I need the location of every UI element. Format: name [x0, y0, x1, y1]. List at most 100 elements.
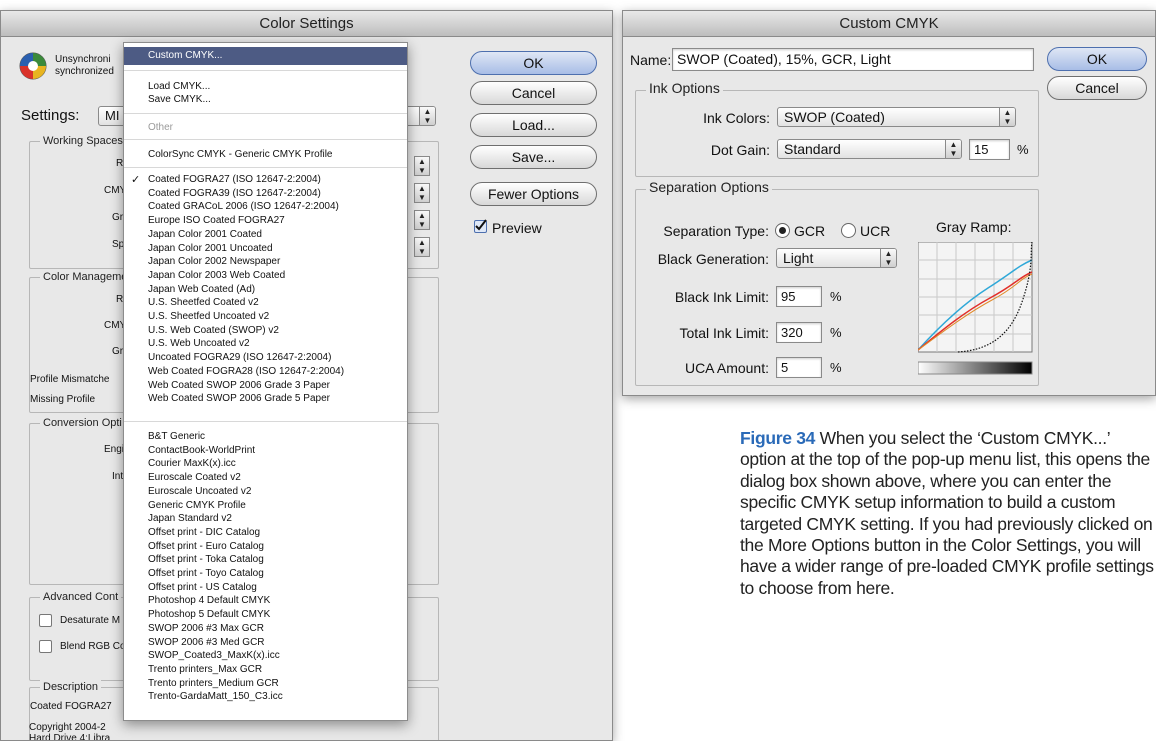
menu-item-profile[interactable]: U.S. Web Uncoated v2 [148, 338, 250, 350]
gcr-label: GCR [794, 223, 826, 239]
menu-item-profile[interactable]: U.S. Sheetfed Coated v2 [148, 297, 259, 309]
ws-rgb-arrows-icon[interactable]: ▲ ▼ [414, 156, 430, 176]
menu-separator [124, 70, 407, 71]
menu-item-profile[interactable]: Coated FOGRA27 (ISO 12647-2:2004) [148, 174, 321, 186]
name-field[interactable]: SWOP (Coated), 15%, GCR, Light [672, 48, 1034, 71]
menu-item-profile[interactable]: Euroscale Coated v2 [148, 472, 241, 484]
menu-item-profile[interactable]: Web Coated SWOP 2006 Grade 5 Paper [148, 393, 330, 405]
preview-checkbox[interactable] [474, 219, 487, 233]
menu-item-profile[interactable]: U.S. Sheetfed Uncoated v2 [148, 311, 269, 323]
profile-mismatch-label: Profile Mismatche [30, 374, 110, 385]
checkmark-icon [475, 219, 487, 231]
menu-item-profile[interactable]: ContactBook-WorldPrint [148, 445, 255, 457]
menu-item-profile[interactable]: Offset print - DIC Catalog [148, 527, 260, 539]
menu-item-profile[interactable]: Offset print - US Catalog [148, 582, 257, 594]
menu-item-profile[interactable]: Uncoated FOGRA29 (ISO 12647-2:2004) [148, 352, 331, 364]
total-ink-limit-field[interactable]: 320 [776, 322, 822, 343]
ws-spot-arrows-icon[interactable]: ▲ ▼ [414, 237, 430, 257]
menu-item-colorsync[interactable]: ColorSync CMYK - Generic CMYK Profile [148, 149, 333, 161]
menu-item-profile[interactable]: Courier MaxK(x).icc [148, 458, 236, 470]
menu-item-profile[interactable]: Japan Color 2002 Newspaper [148, 256, 280, 268]
menu-item-profile[interactable]: Japan Color 2003 Web Coated [148, 270, 285, 282]
updown-arrows-icon: ▲ ▼ [945, 140, 961, 158]
menu-item-profile[interactable]: Generic CMYK Profile [148, 500, 246, 512]
menu-item-load-cmyk[interactable]: Load CMYK... [148, 81, 210, 93]
menu-item-profile[interactable]: Trento-GardaMatt_150_C3.icc [148, 691, 283, 703]
uca-amount-field[interactable]: 5 [776, 357, 822, 378]
settings-label: Settings: [21, 107, 80, 124]
dot-gain-label: Dot Gain: [710, 142, 770, 158]
menu-item-profile[interactable]: SWOP 2006 #3 Max GCR [148, 623, 264, 635]
blend-rgb-checkbox[interactable] [39, 640, 52, 653]
cancel-button[interactable]: Cancel [470, 81, 597, 105]
figure-number: Figure 34 [740, 428, 816, 448]
cmyk-cancel-button[interactable]: Cancel [1047, 76, 1147, 100]
dot-gain-percent: % [1017, 142, 1029, 157]
cmyk-ok-button[interactable]: OK [1047, 47, 1147, 71]
menu-item-profile[interactable]: B&T Generic [148, 431, 205, 443]
uca-percent: % [830, 360, 842, 375]
ink-options-legend: Ink Options [646, 81, 723, 95]
menu-item-profile[interactable]: Euroscale Uncoated v2 [148, 486, 251, 498]
menu-item-profile[interactable]: Europe ISO Coated FOGRA27 [148, 215, 285, 227]
description-line: Hard Drive 4:Libra [29, 733, 111, 741]
gray-ramp-graph [918, 242, 1033, 375]
color-wheel-icon [19, 52, 47, 80]
preview-label: Preview [492, 220, 542, 236]
menu-item-profile[interactable]: Trento printers_Max GCR [148, 664, 262, 676]
ucr-radio[interactable] [841, 223, 856, 238]
menu-item-profile[interactable]: U.S. Web Coated (SWOP) v2 [148, 325, 279, 337]
name-label: Name: [630, 52, 672, 68]
menu-item-profile[interactable]: Web Coated SWOP 2006 Grade 3 Paper [148, 380, 330, 392]
save-button[interactable]: Save... [470, 145, 597, 169]
caption-text: When you select the ‘Custom CMYK...’ opt… [740, 428, 1154, 598]
menu-item-profile[interactable]: SWOP 2006 #3 Med GCR [148, 637, 265, 649]
black-ink-limit-field[interactable]: 95 [776, 286, 822, 307]
menu-item-profile[interactable]: Photoshop 4 Default CMYK [148, 595, 270, 607]
menu-item-profile[interactable]: Coated FOGRA39 (ISO 12647-2:2004) [148, 188, 321, 200]
menu-item-profile[interactable]: Offset print - Euro Catalog [148, 541, 264, 553]
updown-arrows-icon: ▲ ▼ [999, 108, 1015, 126]
updown-arrows-icon: ▲ ▼ [419, 107, 435, 125]
checkmark-icon: ✓ [131, 174, 141, 186]
black-generation-value: Light [783, 250, 814, 266]
missing-profile-label: Missing Profile [30, 394, 96, 405]
ink-colors-popup[interactable]: SWOP (Coated) ▲ ▼ [777, 107, 1016, 127]
ok-button[interactable]: OK [470, 51, 597, 75]
separation-type-label: Separation Type: [663, 223, 769, 239]
ink-colors-label: Ink Colors: [703, 110, 770, 126]
menu-item-custom-cmyk[interactable]: Custom CMYK... [148, 50, 222, 62]
sync-status-text-2: synchronized [55, 66, 114, 77]
uca-amount-label: UCA Amount: [684, 360, 769, 376]
menu-item-profile[interactable]: Japan Color 2001 Coated [148, 229, 262, 241]
black-ink-percent: % [830, 289, 842, 304]
sync-status-text: Unsynchroni [55, 54, 111, 65]
menu-item-other: Other [148, 122, 174, 133]
fewer-options-button[interactable]: Fewer Options [470, 182, 597, 206]
menu-item-profile[interactable]: Offset print - Toyo Catalog [148, 568, 264, 580]
black-generation-popup[interactable]: Light ▲ ▼ [776, 248, 897, 268]
ws-gray-arrows-icon[interactable]: ▲ ▼ [414, 210, 430, 230]
menu-item-profile[interactable]: Web Coated FOGRA28 (ISO 12647-2:2004) [148, 366, 344, 378]
menu-item-profile[interactable]: Japan Color 2001 Uncoated [148, 243, 273, 255]
menu-item-profile[interactable]: Photoshop 5 Default CMYK [148, 609, 270, 621]
dot-gain-amount-field[interactable]: 15 [969, 139, 1010, 160]
menu-item-profile[interactable]: Offset print - Toka Catalog [148, 554, 264, 566]
menu-separator [124, 113, 407, 114]
working-spaces-legend: Working Spaces [40, 134, 126, 148]
cmyk-popup-menu: Custom CMYK... Load CMYK... Save CMYK...… [123, 42, 408, 721]
gcr-radio[interactable] [775, 223, 790, 238]
menu-item-save-cmyk[interactable]: Save CMYK... [148, 94, 211, 106]
menu-item-profile[interactable]: SWOP_Coated3_MaxK(x).icc [148, 650, 280, 662]
menu-item-profile[interactable]: Trento printers_Medium GCR [148, 678, 279, 690]
dot-gain-popup[interactable]: Standard ▲ ▼ [777, 139, 962, 159]
menu-separator [124, 139, 407, 140]
menu-item-profile[interactable]: Coated GRACoL 2006 (ISO 12647-2:2004) [148, 201, 339, 213]
menu-item-profile[interactable]: Japan Standard v2 [148, 513, 232, 525]
menu-item-profile[interactable]: Japan Web Coated (Ad) [148, 284, 255, 296]
desaturate-checkbox[interactable] [39, 614, 52, 627]
advanced-controls-legend: Advanced Cont [40, 590, 122, 604]
black-ink-limit-label: Black Ink Limit: [674, 289, 769, 305]
ws-cmyk-arrows-icon[interactable]: ▲ ▼ [414, 183, 430, 203]
load-button[interactable]: Load... [470, 113, 597, 137]
